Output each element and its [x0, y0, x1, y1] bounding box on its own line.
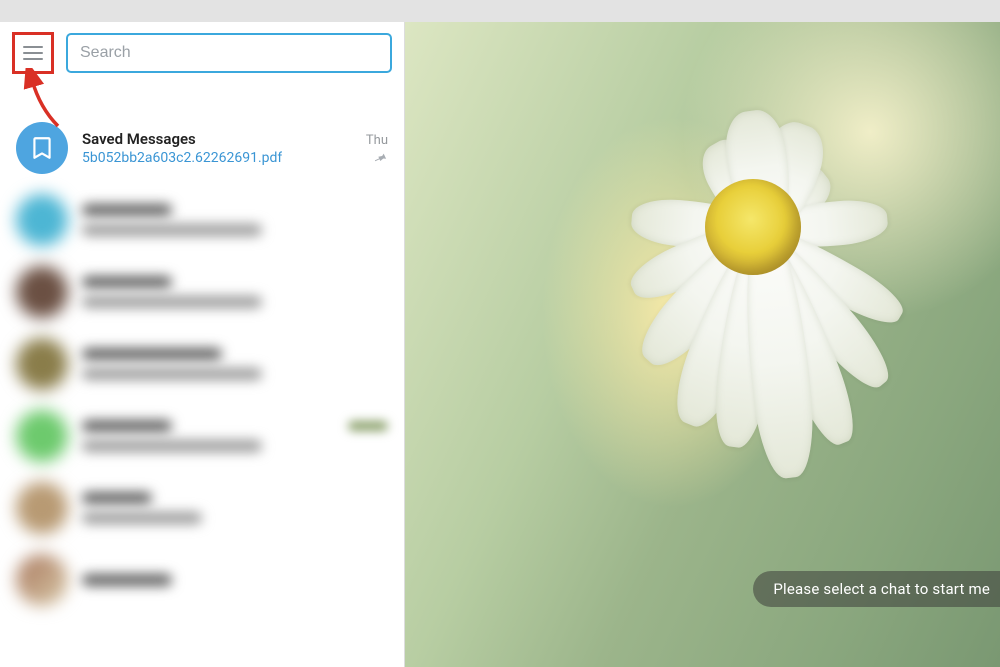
- chat-content: [82, 492, 388, 524]
- chat-name-blurred: [82, 348, 222, 360]
- empty-state-hint: Please select a chat to start me: [753, 571, 1000, 607]
- chat-item-blurred[interactable]: [0, 544, 404, 616]
- window-titlebar: [0, 0, 1000, 22]
- chat-item-blurred[interactable]: [0, 184, 404, 256]
- chat-name-blurred: [82, 574, 172, 586]
- chat-content: Saved Messages Thu 5b052bb2a603c2.622626…: [82, 130, 388, 166]
- chat-item-blurred[interactable]: [0, 472, 404, 544]
- chat-item-blurred[interactable]: [0, 328, 404, 400]
- empty-state-text: Please select a chat to start me: [773, 580, 990, 598]
- chat-content: [82, 420, 388, 452]
- chat-item-blurred[interactable]: [0, 256, 404, 328]
- chat-preview-blurred: [82, 224, 262, 236]
- chat-preview-blurred: [82, 512, 202, 524]
- chat-content: [82, 574, 388, 586]
- chat-name-blurred: [82, 204, 172, 216]
- avatar: [16, 266, 68, 318]
- avatar: [16, 338, 68, 390]
- pin-icon: [372, 150, 388, 166]
- app-container: Saved Messages Thu 5b052bb2a603c2.622626…: [0, 22, 1000, 667]
- chat-name-blurred: [82, 276, 172, 288]
- sidebar-header: [0, 22, 404, 82]
- chat-name: Saved Messages: [82, 130, 196, 148]
- avatar: [16, 122, 68, 174]
- avatar: [16, 482, 68, 534]
- chat-item-blurred[interactable]: [0, 400, 404, 472]
- chat-area: Please select a chat to start me: [405, 22, 1000, 667]
- chat-preview-blurred: [82, 296, 262, 308]
- menu-button[interactable]: [12, 32, 54, 74]
- avatar: [16, 410, 68, 462]
- chat-item-saved-messages[interactable]: Saved Messages Thu 5b052bb2a603c2.622626…: [0, 112, 404, 184]
- chat-name-blurred: [82, 492, 152, 504]
- avatar: [16, 554, 68, 606]
- search-input[interactable]: [66, 33, 392, 73]
- hamburger-icon: [23, 46, 43, 60]
- chat-preview: 5b052bb2a603c2.62262691.pdf: [82, 150, 282, 166]
- chat-content: [82, 204, 388, 236]
- chat-content: [82, 348, 388, 380]
- chat-preview-blurred: [82, 440, 262, 452]
- bookmark-icon: [29, 135, 55, 161]
- chat-name-blurred: [82, 420, 172, 432]
- chat-date: Thu: [366, 133, 388, 148]
- avatar: [16, 194, 68, 246]
- chat-content: [82, 276, 388, 308]
- chat-preview-blurred: [82, 368, 262, 380]
- sidebar: Saved Messages Thu 5b052bb2a603c2.622626…: [0, 22, 405, 667]
- chat-date-blurred: [348, 421, 388, 431]
- chat-list[interactable]: Saved Messages Thu 5b052bb2a603c2.622626…: [0, 82, 404, 667]
